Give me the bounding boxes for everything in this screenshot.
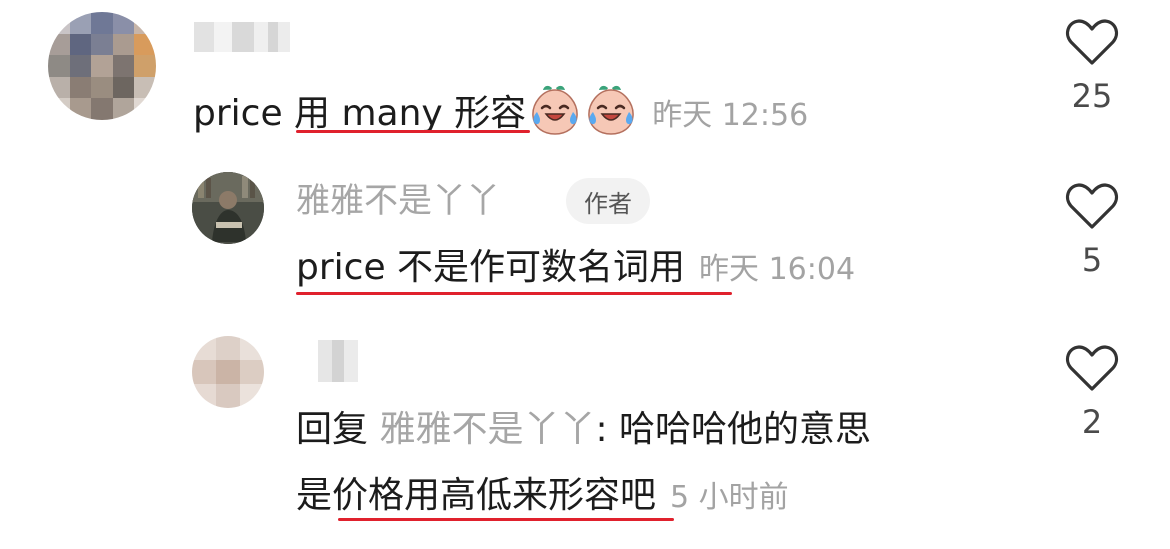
comment-time: 昨天 16:04 (699, 252, 856, 287)
reply-prefix: 回复 (296, 409, 380, 450)
red-underline (338, 518, 674, 521)
like-button[interactable]: 5 (1052, 182, 1132, 276)
like-count: 25 (1071, 77, 1113, 115)
avatar[interactable] (192, 172, 264, 244)
heart-outline-icon (1065, 183, 1119, 229)
username[interactable]: 雅雅不是丫丫 (296, 184, 500, 218)
username-blurred[interactable] (194, 22, 290, 52)
comment-text-part: 吧 (620, 475, 657, 516)
comment-text-part: 价格用高低来形容 (332, 475, 621, 516)
avatar[interactable] (192, 336, 264, 408)
comment-text-part: price 不是作可数名词用 (296, 247, 686, 288)
comment-text[interactable]: price 不是作可数名词用 昨天 16:04 (296, 250, 855, 286)
like-button[interactable]: 2 (1052, 344, 1132, 438)
comment-text[interactable]: 回复 雅雅不是丫丫: 哈哈哈他的意思 (296, 412, 871, 448)
comment-text-line2[interactable]: 是价格用高低来形容吧 5 小时前 (296, 478, 789, 514)
red-underline (296, 130, 530, 133)
author-badge: 作者 (566, 178, 650, 224)
like-button[interactable]: 25 (1052, 18, 1132, 112)
comment-time: 昨天 12:56 (652, 98, 809, 133)
comment-text-part: 是 (296, 475, 333, 516)
username-blurred[interactable] (318, 340, 358, 382)
comment-time: 5 小时前 (670, 480, 789, 515)
like-count: 5 (1081, 241, 1103, 279)
comment-text[interactable]: price 用 many 形容 昨天 12:56 (193, 85, 809, 142)
laugh-cry-peach-emoji (584, 82, 638, 136)
like-count: 2 (1081, 403, 1103, 441)
reply-to-username[interactable]: 雅雅不是丫丫 (379, 409, 595, 450)
avatar[interactable] (48, 12, 156, 120)
red-underline (296, 292, 732, 295)
laugh-cry-peach-emoji (528, 82, 582, 136)
heart-outline-icon (1065, 345, 1119, 391)
comment-text-part: : 哈哈哈他的意思 (595, 409, 872, 450)
heart-outline-icon (1065, 19, 1119, 65)
comment-text-part: price (193, 93, 295, 134)
comment-thread: price 用 many 形容 昨天 12:56 25 雅雅不是丫丫 作者 pr… (0, 0, 1170, 549)
comment-text-part: 用 many 形容 (294, 93, 527, 134)
